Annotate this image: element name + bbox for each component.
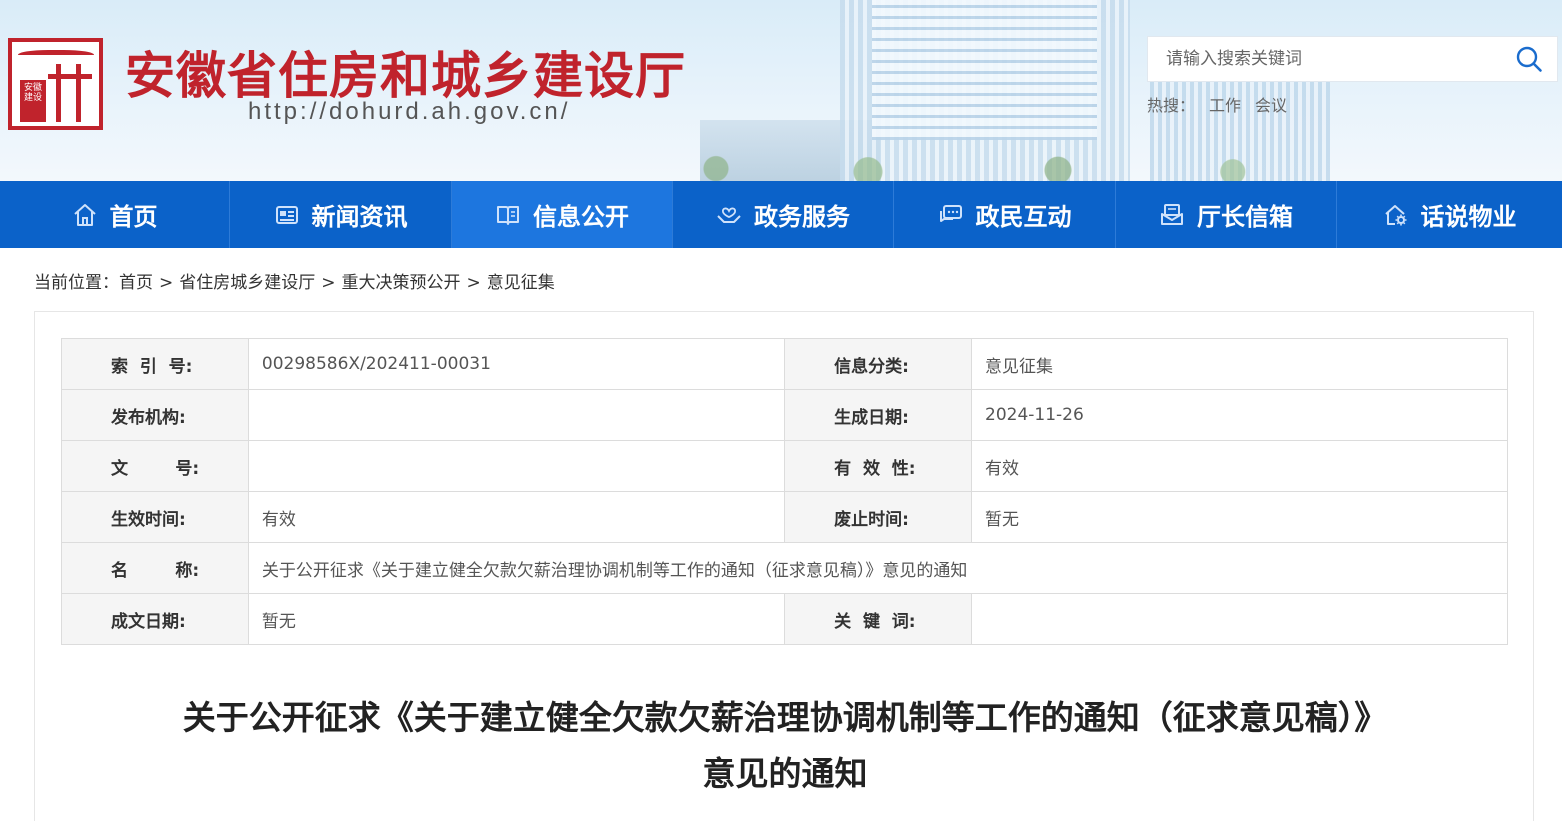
breadcrumb-separator: > [159,273,174,293]
publisher-label: 发布机构: [61,389,249,441]
breadcrumb-separator: > [466,273,481,293]
repeal-time-value: 暂无 [971,491,1508,543]
hot-search-word[interactable]: 工作 [1209,96,1241,115]
nav-item-label: 政民互动 [975,203,1072,231]
validity-label: 有 效 性: [784,440,972,492]
home-icon [73,203,96,226]
logo-beam-shape [48,74,92,79]
book-icon [497,205,519,225]
category-label: 信息分类: [784,338,972,390]
nav-item-info-disclosure[interactable]: 信息公开 [452,181,673,248]
site-header: 安徽建设 安徽省住房和城乡建设厅 http://dohurd.ah.gov.cn… [0,0,1562,181]
header-banner-building [872,0,1097,140]
logo-seal: 安徽建设 [20,80,46,122]
table-row: 生效时间: 有效 废止时间: 暂无 [61,491,1508,543]
name-label: 名 称: [61,542,249,594]
document-title: 关于公开征求《关于建立健全欠款欠薪治理协调机制等工作的通知（征求意见稿）》 意见… [35,690,1535,802]
breadcrumb-item-opinion-collection[interactable]: 意见征集 [487,273,555,293]
written-date-value: 暂无 [247,593,786,645]
document-title-line2: 意见的通知 [702,754,868,793]
effective-time-value: 有效 [247,491,786,543]
breadcrumb-item-home[interactable]: 首页 [119,273,153,293]
breadcrumb: 当前位置：首页 > 省住房城乡建设厅 > 重大决策预公开 > 意见征集 [34,268,555,293]
nav-item-label: 新闻资讯 [311,203,408,231]
nav-item-interaction[interactable]: 政民互动 [894,181,1116,248]
article-panel: 索 引 号: 00298586X/202411-00031 信息分类: 意见征集… [34,311,1534,821]
house-gear-icon [1384,204,1406,225]
document-title-line1: 关于公开征求《关于建立健全欠款欠薪治理协调机制等工作的通知（征求意见稿）》 [182,698,1388,737]
effective-time-label: 生效时间: [61,491,249,543]
nav-item-property-talk[interactable]: 话说物业 [1337,181,1562,248]
hot-search: 热搜： 工作 会议 [1147,92,1301,116]
breadcrumb-item-major-decisions[interactable]: 重大决策预公开 [342,273,461,293]
nav-item-news[interactable]: 新闻资讯 [230,181,452,248]
logo-pillar-shape [56,64,61,122]
index-no-label: 索 引 号: [61,338,249,390]
mailbox-icon [1161,203,1183,225]
keywords-value [971,593,1508,645]
nav-item-gov-service[interactable]: 政务服务 [673,181,894,248]
site-url: http://dohurd.ah.gov.cn/ [248,98,571,125]
main-nav: 首页 新闻资讯 信息公开 政务服务 政民互动 厅长信箱 话说物业 [0,181,1562,248]
newspaper-icon [275,205,298,224]
hot-search-word[interactable]: 会议 [1255,96,1287,115]
index-no-value: 00298586X/202411-00031 [247,338,786,390]
created-date-value: 2024-11-26 [971,389,1508,441]
nav-item-home[interactable]: 首页 [0,181,230,248]
search-input[interactable] [1148,37,1508,81]
nav-item-label: 信息公开 [533,203,629,231]
header-banner-trees [640,150,1400,181]
written-date-label: 成文日期: [61,593,249,645]
search-icon[interactable] [1515,45,1543,73]
nav-item-label: 首页 [109,203,158,231]
publisher-value [247,389,786,441]
logo-roof-shape [18,50,94,62]
table-row: 名 称: 关于公开征求《关于建立健全欠款欠薪治理协调机制等工作的通知（征求意见稿… [61,542,1509,594]
doc-no-label: 文 号: [61,440,249,492]
nav-item-label: 厅长信箱 [1197,203,1293,231]
category-value: 意见征集 [971,338,1508,390]
logo-pillar-shape [76,64,81,122]
name-value: 关于公开征求《关于建立健全欠款欠薪治理协调机制等工作的通知（征求意见稿）》意见的… [247,542,1509,594]
nav-item-label: 话说物业 [1420,203,1517,231]
table-row: 成文日期: 暂无 关 键 词: [61,593,1508,645]
site-logo[interactable]: 安徽建设 [8,38,103,130]
document-metadata-table: 索 引 号: 00298586X/202411-00031 信息分类: 意见征集… [61,338,1509,645]
chat-icon [939,204,962,222]
doc-no-value [247,440,786,492]
created-date-label: 生成日期: [784,389,972,441]
keywords-label: 关 键 词: [784,593,972,645]
breadcrumb-item-department[interactable]: 省住房城乡建设厅 [179,273,315,293]
hot-search-label: 热搜： [1147,96,1196,115]
table-row: 文 号: 有 效 性: 有效 [61,440,1508,492]
validity-value: 有效 [971,440,1508,492]
search-bar [1147,36,1558,82]
table-row: 索 引 号: 00298586X/202411-00031 信息分类: 意见征集 [61,338,1508,390]
nav-item-director-mailbox[interactable]: 厅长信箱 [1116,181,1337,248]
breadcrumb-label: 当前位置： [34,273,119,293]
nav-item-label: 政务服务 [754,203,850,231]
repeal-time-label: 废止时间: [784,491,972,543]
breadcrumb-separator: > [321,273,336,293]
table-row: 发布机构: 生成日期: 2024-11-26 [61,389,1508,441]
hands-heart-icon [717,207,741,223]
